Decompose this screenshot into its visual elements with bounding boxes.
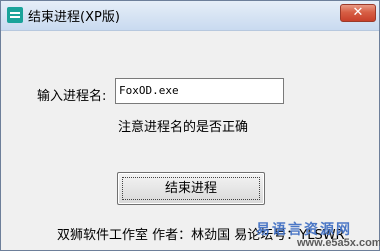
watermark-title: 易语言资源网 xyxy=(256,222,352,238)
process-name-input[interactable]: FoxOD.exe xyxy=(115,78,284,104)
end-process-button-label: 结束进程 xyxy=(164,181,217,196)
watermark-url: www.e5a5x.com xyxy=(297,237,380,249)
app-icon xyxy=(7,7,23,23)
close-button[interactable]: ✕ xyxy=(340,4,376,22)
app-window: 结束进程(XP版) ✕ 输入进程名: FoxOD.exe 注意进程名的是否正确 … xyxy=(0,0,380,251)
title-bar[interactable]: 结束进程(XP版) ✕ xyxy=(1,1,379,31)
window-title: 结束进程(XP版) xyxy=(28,10,120,25)
end-process-button[interactable]: 结束进程 xyxy=(117,172,265,205)
process-name-label: 输入进程名: xyxy=(37,89,107,104)
hint-text: 注意进程名的是否正确 xyxy=(118,120,249,135)
